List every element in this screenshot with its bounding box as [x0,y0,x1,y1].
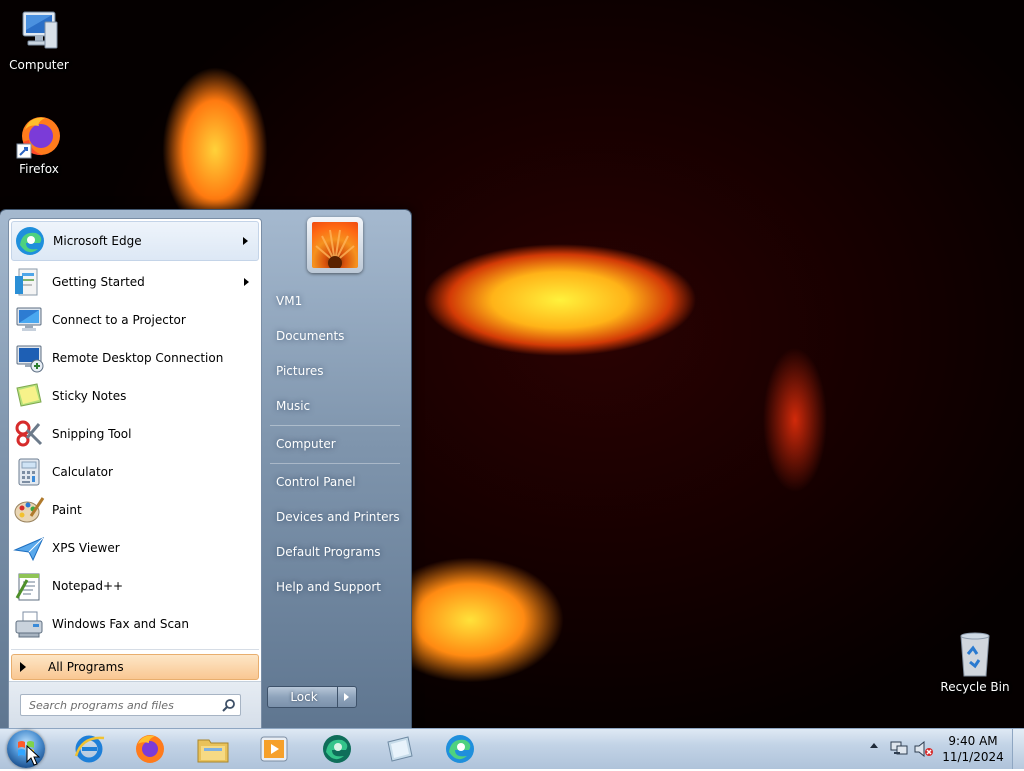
search-icon[interactable] [222,698,236,712]
program-label: Snipping Tool [52,427,132,441]
program-paint[interactable]: Paint [11,491,259,529]
taskbar: 9:40 AM 11/1/2024 [0,728,1024,769]
program-label: Paint [52,503,82,517]
program-microsoft-edge[interactable]: Microsoft Edge [11,221,259,261]
getting-started-icon [13,266,45,298]
flower-picture-icon [312,222,358,268]
power-options-arrow-button[interactable] [337,686,357,708]
start-menu-programs-pane: Microsoft Edge Getting Started Connect t… [8,218,262,730]
divider [11,649,259,650]
program-label: XPS Viewer [52,541,120,555]
media-player-icon [260,736,288,762]
computer-icon [15,8,63,56]
right-link-pictures[interactable]: Pictures [268,357,401,385]
program-label: Calculator [52,465,113,479]
network-icon[interactable] [890,741,908,760]
start-menu: Microsoft Edge Getting Started Connect t… [0,210,411,730]
taskbar-firefox[interactable] [133,732,167,766]
all-programs-label: All Programs [48,660,124,674]
program-remote-desktop-connection[interactable]: Remote Desktop Connection [11,339,259,377]
program-label: Windows Fax and Scan [52,617,190,631]
program-sticky-notes[interactable]: Sticky Notes [11,377,259,415]
show-hidden-icons-chevron-icon[interactable] [870,743,878,748]
right-link-computer[interactable]: Computer [268,430,401,458]
program-label: Sticky Notes [52,389,127,403]
sticky-notes-icon [13,380,45,412]
right-link-control-panel[interactable]: Control Panel [268,468,401,496]
right-link-default-programs[interactable]: Default Programs [268,538,401,566]
show-desktop-button[interactable] [1012,729,1024,769]
system-clock[interactable]: 9:40 AM 11/1/2024 [937,733,1009,765]
notepad-plus-plus-icon [13,570,45,602]
chevron-right-icon [344,693,349,701]
submenu-arrow-icon[interactable] [243,237,248,245]
user-avatar[interactable] [307,217,363,273]
right-link-devices-and-printers[interactable]: Devices and Printers [268,503,401,531]
projector-icon [13,304,45,336]
clock-time: 9:40 AM [948,734,998,748]
program-getting-started[interactable]: Getting Started [11,263,259,301]
mouse-cursor-icon [26,745,40,766]
divider [270,463,400,464]
edge-icon [446,735,474,763]
firefox-icon [15,112,63,160]
edge-icon [14,225,46,257]
clock-date: 11/1/2024 [942,750,1004,764]
desktop-icon-label: Firefox [19,162,59,176]
calculator-icon [13,456,45,488]
edge-dev-icon [323,735,351,763]
program-label: Connect to a Projector [52,313,186,327]
fax-scan-icon [13,608,45,640]
program-label: Getting Started [52,275,145,289]
program-label: Remote Desktop Connection [52,351,224,365]
taskbar-file-explorer[interactable] [196,732,230,766]
program-snipping-tool[interactable]: Snipping Tool [11,415,259,453]
desktop-icon-recycle-bin[interactable]: Recycle Bin [937,630,1013,694]
taskbar-notes-app[interactable] [382,732,416,766]
snipping-tool-icon [13,418,45,450]
submenu-arrow-icon[interactable] [244,278,249,286]
internet-explorer-icon [74,735,105,763]
desktop-icon-firefox[interactable]: Firefox [1,112,77,176]
program-notepad-plus-plus[interactable]: Notepad++ [11,567,259,605]
desktop-icon-label: Computer [9,58,69,72]
notes-app-icon [387,736,413,762]
program-calculator[interactable]: Calculator [11,453,259,491]
remote-desktop-icon [13,342,45,374]
divider [270,425,400,426]
program-label: Notepad++ [52,579,124,593]
expand-arrow-icon [20,662,26,672]
right-link-help-and-support[interactable]: Help and Support [268,573,401,601]
program-label: Microsoft Edge [53,234,142,248]
recycle-bin-icon [951,630,999,678]
file-explorer-icon [197,739,229,763]
right-link-music[interactable]: Music [268,392,401,420]
right-link-documents[interactable]: Documents [268,322,401,350]
taskbar-edge-dev[interactable] [320,732,354,766]
search-input[interactable] [27,695,221,715]
program-connect-to-projector[interactable]: Connect to a Projector [11,301,259,339]
paint-icon [13,494,45,526]
all-programs-button[interactable]: All Programs [11,654,259,680]
search-box[interactable] [20,694,241,716]
right-link-user-folder[interactable]: VM1 [268,287,401,315]
program-windows-fax-and-scan[interactable]: Windows Fax and Scan [11,605,259,643]
firefox-icon [136,735,164,763]
volume-muted-icon[interactable] [914,740,934,760]
desktop-icon-computer[interactable]: Computer [1,8,77,72]
search-area [9,681,261,730]
program-xps-viewer[interactable]: XPS Viewer [11,529,259,567]
taskbar-media-player[interactable] [257,732,291,766]
desktop-icon-label: Recycle Bin [940,680,1010,694]
lock-button[interactable]: Lock [267,686,341,708]
taskbar-internet-explorer[interactable] [72,732,106,766]
xps-viewer-icon [13,532,45,564]
taskbar-microsoft-edge[interactable] [443,732,477,766]
